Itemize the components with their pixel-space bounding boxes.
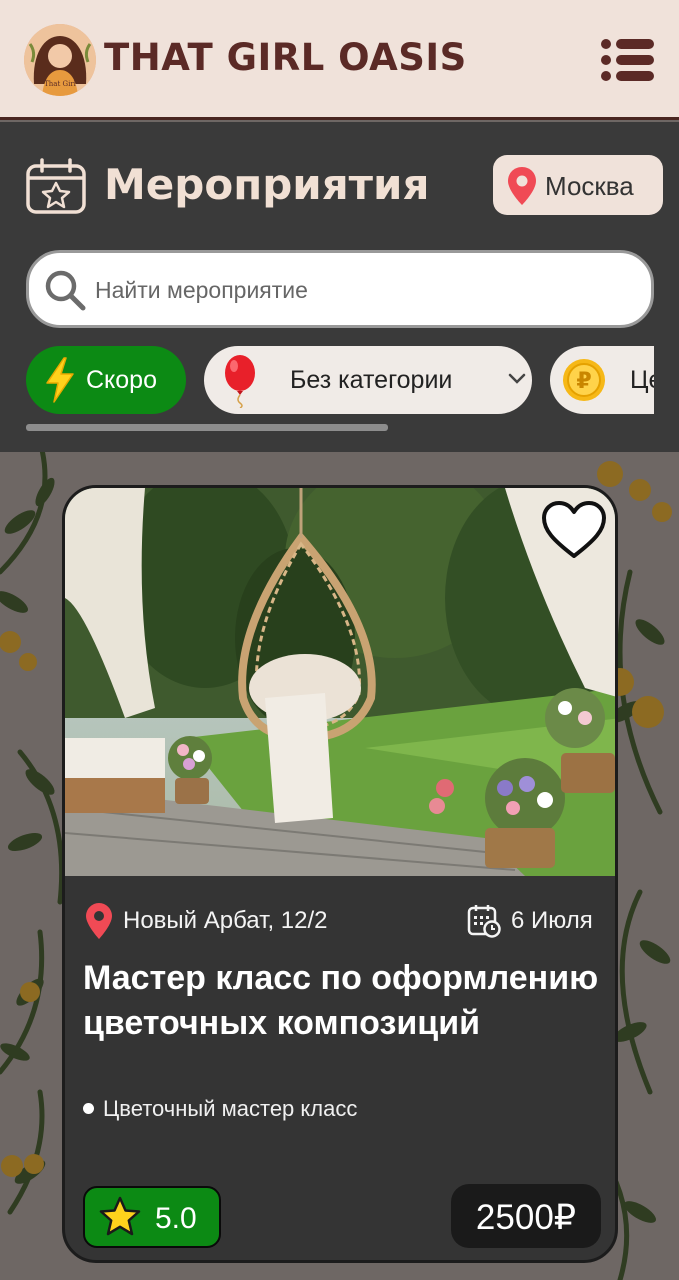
events-filter-panel: Мероприятия Москва Скоро	[0, 122, 679, 452]
price-value: 2500₽	[475, 1198, 577, 1237]
event-card[interactable]: Новый Арбат, 12/2 6 Июля Мастер класс по…	[62, 485, 618, 1263]
event-location: Новый Арбат, 12/2	[123, 907, 328, 934]
brand-name[interactable]: THAT GIRL OASIS	[104, 36, 467, 79]
page-title: Мероприятия	[104, 160, 430, 209]
svg-text:That Girl: That Girl	[44, 80, 77, 88]
ruble-coin-icon: ₽	[562, 358, 606, 402]
list-menu-icon[interactable]	[600, 38, 656, 82]
app-header: That Girl THAT GIRL OASIS	[0, 0, 679, 120]
rating-value: 5.0	[155, 1202, 197, 1235]
chevron-down-icon	[508, 372, 526, 386]
price-badge: 2500₽	[451, 1184, 601, 1248]
filter-chip-label: Без категории	[290, 366, 453, 394]
star-icon	[99, 1196, 141, 1238]
svg-text:₽: ₽	[576, 369, 591, 394]
search-input[interactable]	[95, 271, 615, 309]
event-date: 6 Июля	[511, 907, 593, 934]
rating-badge: 5.0	[83, 1186, 221, 1248]
event-category: Цветочный мастер класс	[83, 1096, 357, 1122]
brand-logo[interactable]: That Girl	[24, 24, 96, 96]
map-pin-icon	[85, 902, 113, 940]
filter-chip-category[interactable]: Без категории	[204, 346, 532, 414]
filter-chips: Скоро Без категории ₽ Ц	[0, 344, 654, 416]
map-pin-icon	[507, 166, 537, 206]
city-label: Москва	[545, 171, 634, 201]
event-photo	[65, 488, 615, 876]
favorite-heart-button[interactable]	[541, 500, 607, 560]
filter-chip-label: Скоро	[86, 366, 157, 394]
balloon-icon	[220, 354, 260, 409]
calendar-star-icon	[26, 158, 86, 214]
search-icon	[43, 268, 87, 312]
filter-chip-label: Це	[630, 366, 654, 394]
city-selector-button[interactable]: Москва	[493, 155, 663, 215]
chips-scrollbar[interactable]	[26, 424, 388, 431]
search-bar[interactable]	[26, 250, 654, 328]
event-title[interactable]: Мастер класс по оформлению цветочных ком…	[83, 956, 603, 1046]
lightning-icon	[44, 357, 76, 403]
calendar-clock-icon	[467, 904, 501, 938]
filter-chip-soon[interactable]: Скоро	[26, 346, 186, 414]
filter-chip-price[interactable]: ₽ Це	[550, 346, 654, 414]
